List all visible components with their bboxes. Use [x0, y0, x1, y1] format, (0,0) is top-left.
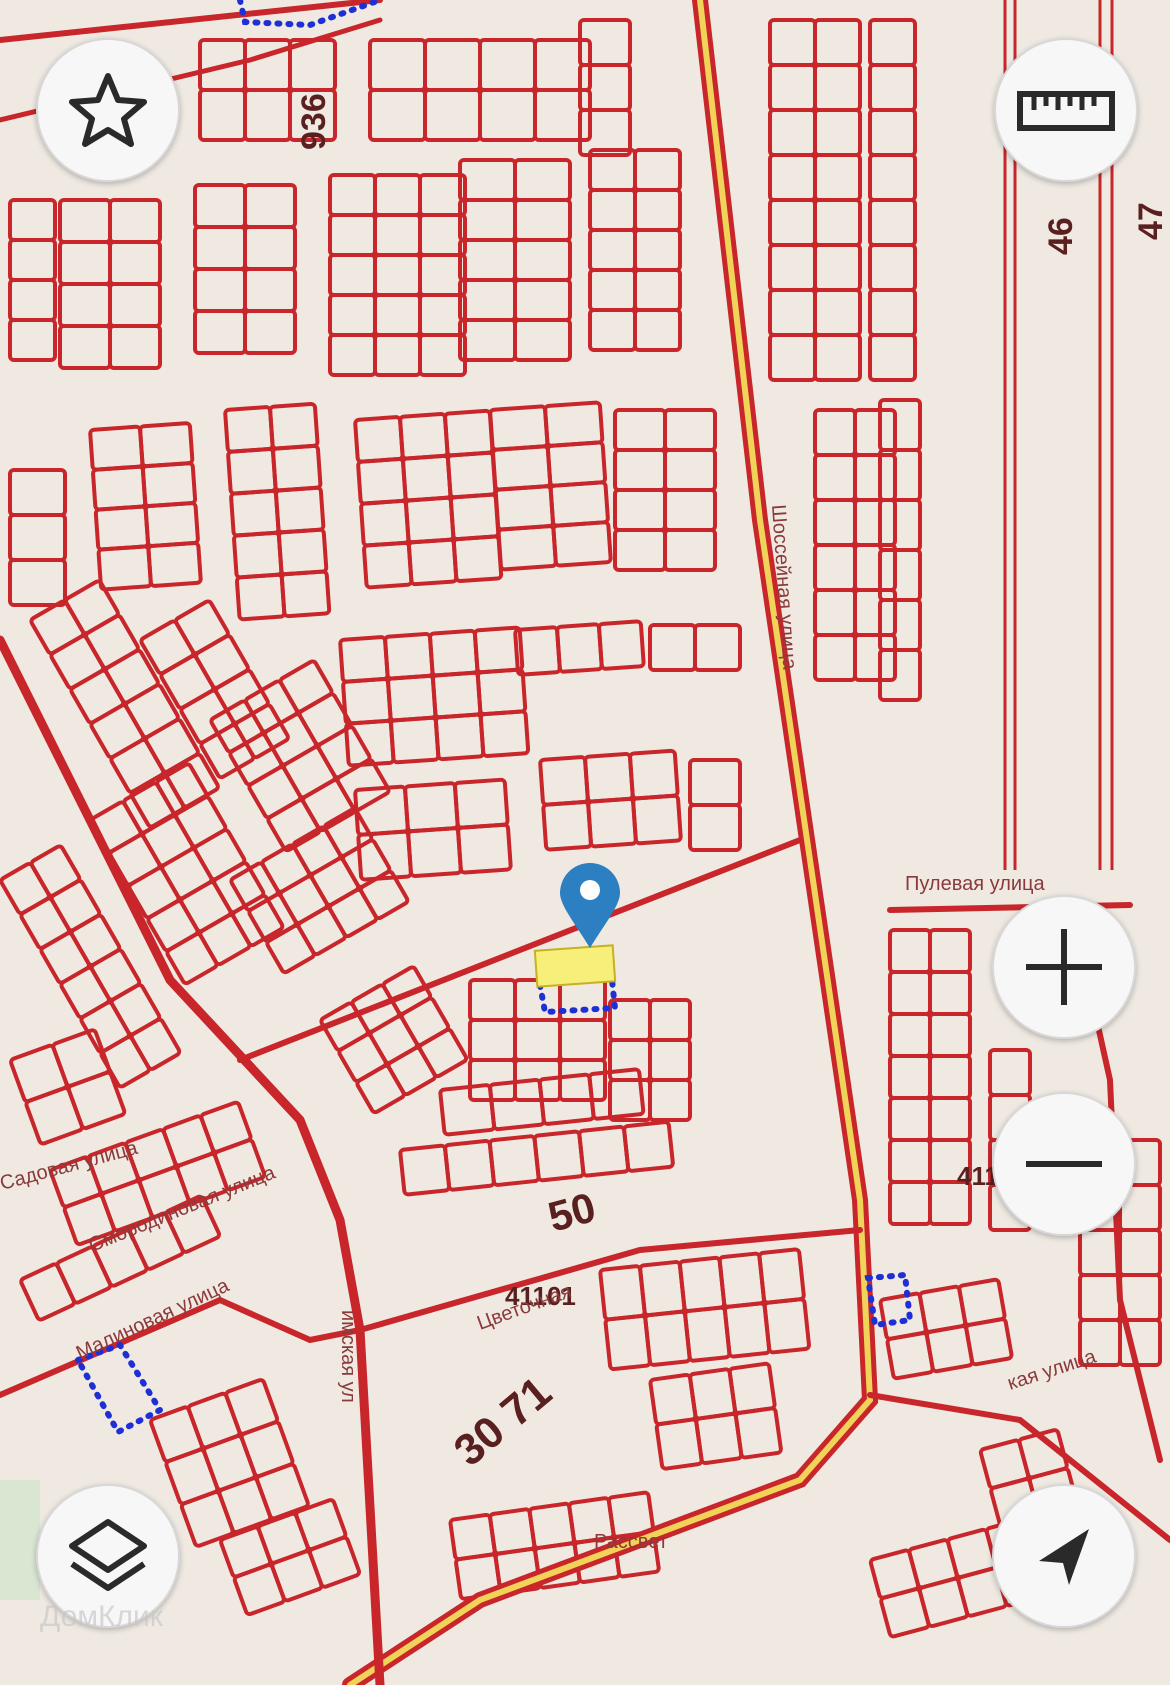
navigation-arrow-icon	[1039, 1529, 1089, 1585]
zoom-in-button[interactable]	[992, 895, 1136, 1039]
selected-parcel	[533, 944, 617, 988]
locate-button[interactable]	[992, 1484, 1136, 1628]
zoom-out-button[interactable]	[992, 1092, 1136, 1236]
favorite-button[interactable]	[36, 38, 180, 182]
street-lower-left-vertical: имская ул	[337, 1310, 359, 1403]
label-right-number-b: 47	[1132, 202, 1170, 240]
label-top-number: 936	[295, 93, 333, 150]
ruler-button[interactable]	[994, 38, 1138, 182]
street-klubnaya: Пулевая улица	[905, 873, 1045, 895]
layers-icon	[69, 1519, 147, 1591]
star-icon	[69, 73, 147, 147]
watermark: ДомКлик	[40, 1600, 163, 1633]
cadastral-map[interactable]: 936 46 47 50 41101 41102 30 71 Рассвет П…	[0, 0, 1170, 1685]
plus-icon	[1026, 929, 1102, 1005]
label-settlement: Рассвет	[594, 1531, 668, 1553]
ruler-icon	[1017, 91, 1115, 131]
minus-icon	[1026, 1161, 1102, 1167]
label-right-number-a: 46	[1042, 217, 1080, 255]
